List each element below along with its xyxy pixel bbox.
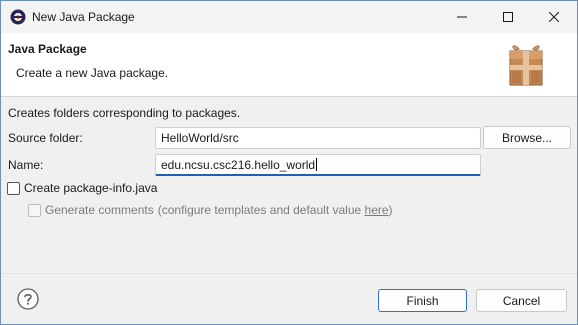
create-package-info-row[interactable]: Create package-info.java xyxy=(7,181,157,195)
minimize-button[interactable] xyxy=(439,1,485,33)
minimize-icon xyxy=(457,12,467,22)
create-package-info-label: Create package-info.java xyxy=(24,181,158,195)
generate-comments-hint: (configure templates and default value h… xyxy=(158,203,393,217)
text-caret xyxy=(316,158,318,171)
info-text: Creates folders corresponding to package… xyxy=(8,106,241,120)
name-label: Name: xyxy=(8,158,44,172)
title-bar: New Java Package xyxy=(1,1,577,33)
close-button[interactable] xyxy=(531,1,577,33)
window-title: New Java Package xyxy=(32,10,135,24)
package-name-input[interactable]: edu.ncsu.csc216.hello_world xyxy=(155,154,481,176)
configure-templates-link[interactable]: here xyxy=(365,203,389,217)
help-icon[interactable] xyxy=(17,288,39,310)
browse-button[interactable]: Browse... xyxy=(483,126,571,149)
new-java-package-dialog: New Java Package Java Package Create a n… xyxy=(0,0,578,325)
java-package-icon xyxy=(10,9,26,25)
maximize-icon xyxy=(503,12,513,22)
source-folder-input[interactable]: HelloWorld/src xyxy=(155,127,481,149)
package-box-icon xyxy=(506,41,546,89)
source-folder-value: HelloWorld/src xyxy=(161,131,239,145)
source-folder-label: Source folder: xyxy=(8,131,83,145)
finish-button[interactable]: Finish xyxy=(378,289,467,312)
hint-suffix: ) xyxy=(388,203,393,217)
maximize-button[interactable] xyxy=(485,1,531,33)
banner-description: Create a new Java package. xyxy=(16,66,169,80)
generate-comments-checkbox xyxy=(28,203,41,217)
create-package-info-checkbox[interactable] xyxy=(7,181,20,195)
generate-comments-row: Generate comments (configure templates a… xyxy=(28,203,393,217)
package-name-value: edu.ncsu.csc216.hello_world xyxy=(161,158,316,172)
wizard-banner: Java Package Create a new Java package. xyxy=(1,33,577,97)
hint-prefix: (configure templates and default value xyxy=(157,203,365,217)
cancel-button[interactable]: Cancel xyxy=(476,289,567,312)
close-icon xyxy=(549,12,559,22)
generate-comments-label: Generate comments xyxy=(45,203,154,217)
banner-title: Java Package xyxy=(8,42,87,56)
